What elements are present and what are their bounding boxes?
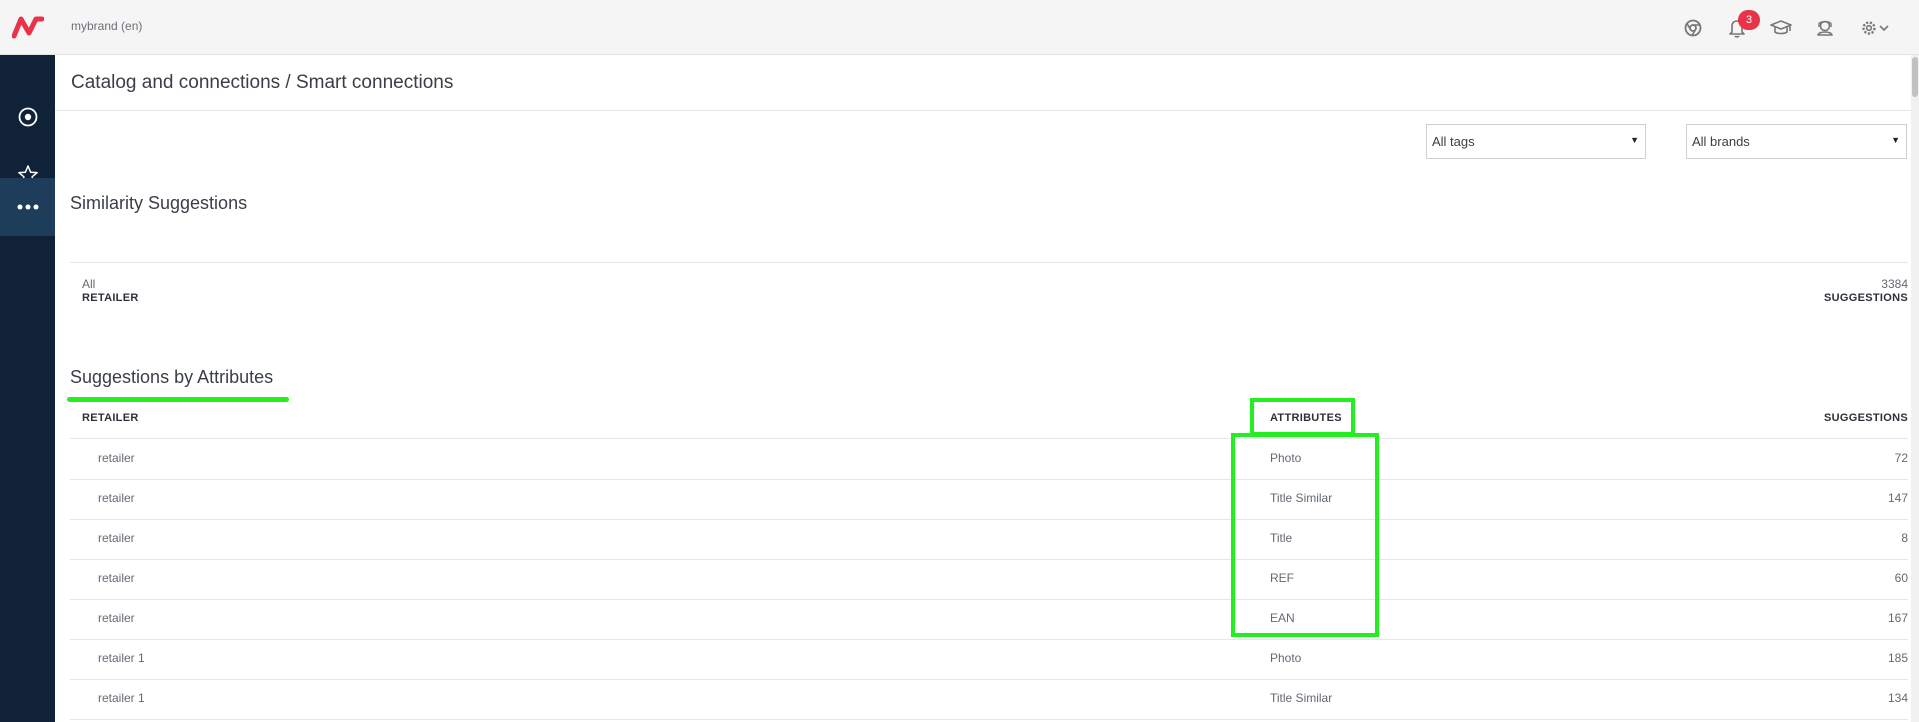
- divider: [70, 519, 1908, 520]
- suggestions-cell: 60: [1894, 571, 1908, 585]
- main-content: Catalog and connections / Smart connecti…: [55, 55, 1919, 722]
- suggestions-cell: 167: [1887, 611, 1908, 625]
- top-bar: mybrand (en) 3: [0, 0, 1919, 55]
- brand-selector[interactable]: mybrand (en): [71, 19, 142, 33]
- retailer-cell: All: [82, 277, 96, 291]
- retailer-cell: retailer: [98, 491, 135, 505]
- chevron-down-icon[interactable]: [1877, 16, 1891, 40]
- suggestions-cell: 3384: [1881, 277, 1908, 291]
- brand-logo-icon[interactable]: [12, 14, 44, 40]
- column-header-suggestions: SUGGESTIONS: [1824, 292, 1908, 304]
- annotation-box-attributes-header: [1250, 398, 1355, 436]
- retailer-cell: retailer: [98, 611, 135, 625]
- brands-filter-select[interactable]: All brands ▼: [1686, 124, 1907, 159]
- sidebar-item-dashboard[interactable]: [0, 88, 55, 146]
- support-icon[interactable]: [1813, 16, 1837, 40]
- scrollbar[interactable]: [1911, 55, 1919, 722]
- more-icon: [17, 204, 38, 210]
- sidebar: [0, 55, 55, 722]
- sidebar-item-more[interactable]: [0, 178, 55, 236]
- annotation-underline: [67, 397, 289, 402]
- caret-down-icon: ▼: [1891, 135, 1900, 145]
- similarity-section-title: Similarity Suggestions: [70, 193, 248, 213]
- retailer-cell: retailer 1: [98, 691, 145, 705]
- retailer-cell: retailer: [98, 571, 135, 585]
- divider: [55, 110, 1919, 111]
- scrollbar-thumb[interactable]: [1912, 57, 1918, 97]
- column-header-suggestions: SUGGESTIONS: [1824, 412, 1908, 424]
- dashboard-icon: [18, 107, 37, 127]
- suggestions-cell: 72: [1894, 451, 1908, 465]
- app: mybrand (en) 3 Catalog and connections /…: [0, 0, 1919, 722]
- column-header-retailer: RETAILER: [82, 292, 139, 304]
- caret-down-icon: ▼: [1630, 135, 1639, 145]
- divider: [70, 599, 1908, 600]
- divider: [70, 679, 1908, 680]
- divider: [70, 719, 1908, 720]
- attribute-cell: Photo: [1270, 651, 1302, 665]
- divider: [70, 262, 1908, 263]
- suggestions-cell: 185: [1887, 651, 1908, 665]
- suggestions-cell: 134: [1887, 691, 1908, 705]
- attribute-cell: Title Similar: [1270, 691, 1333, 705]
- suggestions-cell: 147: [1887, 491, 1908, 505]
- brands-filter-value: All brands: [1692, 134, 1750, 149]
- attributes-section-title: Suggestions by Attributes: [70, 367, 274, 387]
- divider: [70, 639, 1908, 640]
- notification-badge: 3: [1738, 10, 1760, 30]
- divider: [70, 479, 1908, 480]
- chrome-icon[interactable]: [1681, 16, 1705, 40]
- retailer-cell: retailer 1: [98, 651, 145, 665]
- retailer-cell: retailer: [98, 451, 135, 465]
- tags-filter-value: All tags: [1432, 134, 1475, 149]
- page-title: Catalog and connections / Smart connecti…: [71, 72, 454, 93]
- retailer-cell: retailer: [98, 531, 135, 545]
- graduation-cap-icon[interactable]: [1769, 16, 1793, 40]
- column-header-retailer: RETAILER: [82, 412, 139, 424]
- annotation-box-attributes-column: [1231, 433, 1379, 637]
- divider: [70, 438, 1908, 439]
- tags-filter-select[interactable]: All tags ▼: [1426, 124, 1646, 159]
- suggestions-cell: 8: [1901, 531, 1908, 545]
- divider: [70, 559, 1908, 560]
